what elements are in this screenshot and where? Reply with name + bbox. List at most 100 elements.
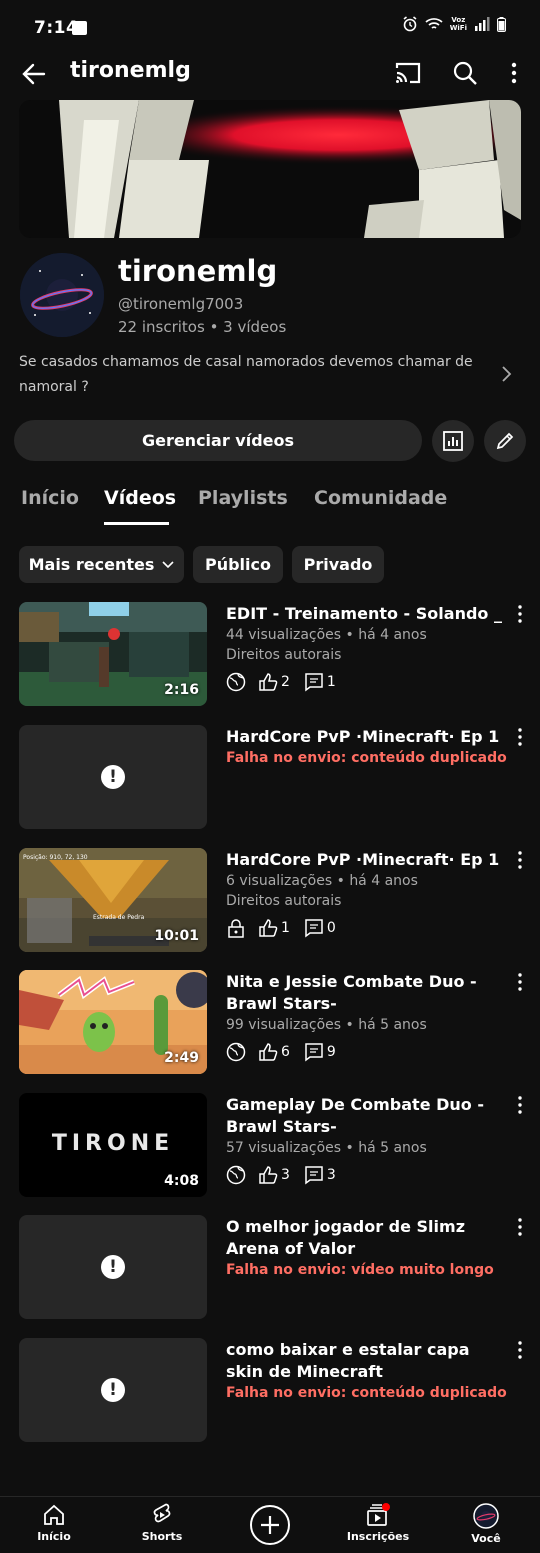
video-menu-icon[interactable] <box>512 1217 528 1237</box>
channel-name: tironemlg <box>118 254 278 288</box>
filter-public-chip[interactable]: Público <box>193 546 283 583</box>
video-thumbnail[interactable]: 2:49 <box>19 970 207 1074</box>
chevron-down-icon <box>162 560 174 568</box>
edit-channel-button[interactable] <box>484 420 526 462</box>
channel-stats: 22 inscritos • 3 vídeos <box>118 318 287 336</box>
video-thumbnail[interactable]: Posição: 910, 72, 130 Estrada de Pedra 1… <box>19 848 207 952</box>
comment-count: 1 <box>326 674 336 690</box>
video-duration: 4:08 <box>164 1173 199 1189</box>
video-thumbnail[interactable]: ! <box>19 1215 207 1319</box>
channel-avatar[interactable] <box>20 253 104 337</box>
upload-error: Falha no envio: vídeo muito longo <box>226 1262 494 1278</box>
comment-count: 3 <box>326 1167 336 1183</box>
gallery-notification-icon <box>72 21 87 35</box>
comment-icon <box>305 1166 323 1185</box>
manage-videos-button[interactable]: Gerenciar vídeos <box>14 420 422 461</box>
video-stats: 6 9 <box>226 1042 350 1062</box>
voz-wifi-label: Voz WiFi <box>449 16 467 32</box>
video-menu-icon[interactable] <box>512 604 528 624</box>
like-count: 2 <box>281 674 290 690</box>
chevron-right-icon[interactable] <box>498 364 514 384</box>
comment-icon <box>305 919 323 938</box>
shorts-icon <box>153 1503 171 1523</box>
video-stats: 1 0 <box>226 918 350 938</box>
bottom-navigation: Início Shorts Inscrições Você <box>0 1496 540 1553</box>
home-icon <box>44 1504 64 1525</box>
video-item[interactable]: ! como baixar e estalar capa skin de Min… <box>0 1338 540 1442</box>
warning-icon: ! <box>101 765 125 789</box>
video-title[interactable]: EDIT - Treinamento - Solando _ <box>226 603 508 625</box>
video-title[interactable]: Gameplay De Combate Duo -Brawl Stars- <box>226 1094 508 1138</box>
nav-shorts[interactable]: Shorts <box>117 1503 207 1543</box>
video-item[interactable]: ! HardCore PvP ·Minecraft· Ep 1 Falha no… <box>0 725 540 829</box>
more-vert-icon[interactable] <box>502 60 526 86</box>
like-count: 1 <box>281 920 290 936</box>
analytics-icon <box>443 431 463 451</box>
thumbs-up-icon <box>259 919 278 937</box>
video-rights: Direitos autorais <box>226 647 342 663</box>
thumb-overlay-text: Estrada de Pedra <box>93 914 145 921</box>
video-meta: 57 visualizações • há 5 anos <box>226 1140 427 1156</box>
nav-subscriptions-label: Inscrições <box>346 1530 410 1543</box>
nav-home[interactable]: Início <box>9 1503 99 1543</box>
channel-description[interactable]: Se casados chamamos de casal namorados d… <box>19 350 489 400</box>
search-icon[interactable] <box>452 60 478 86</box>
video-menu-icon[interactable] <box>512 727 528 747</box>
channel-tabs: Início Vídeos Playlists Comunidade <box>0 482 540 528</box>
warning-icon: ! <box>101 1255 125 1279</box>
video-title[interactable]: HardCore PvP ·Minecraft· Ep 1 <box>226 726 508 748</box>
tab-playlists[interactable]: Playlists <box>198 487 288 509</box>
create-button[interactable] <box>250 1505 290 1545</box>
video-title[interactable]: Nita e Jessie Combate Duo -Brawl Stars- <box>226 971 508 1015</box>
video-item[interactable]: TIRONE 4:08 Gameplay De Combate Duo -Bra… <box>0 1093 540 1197</box>
pencil-icon <box>496 432 514 450</box>
video-meta: 99 visualizações • há 5 anos <box>226 1017 427 1033</box>
nav-subscriptions[interactable]: Inscrições <box>333 1503 423 1543</box>
channel-banner <box>19 100 521 238</box>
upload-error: Falha no envio: conteúdo duplicado <box>226 1385 507 1401</box>
video-thumbnail[interactable]: TIRONE 4:08 <box>19 1093 207 1197</box>
comment-icon <box>305 1043 323 1062</box>
upload-error: Falha no envio: conteúdo duplicado <box>226 750 507 766</box>
video-rights: Direitos autorais <box>226 893 342 909</box>
video-menu-icon[interactable] <box>512 1340 528 1360</box>
app-bar: tironemlg <box>0 54 540 94</box>
video-menu-icon[interactable] <box>512 1095 528 1115</box>
tab-videos[interactable]: Vídeos <box>104 487 176 509</box>
thumbs-up-icon <box>259 673 278 691</box>
cast-icon[interactable] <box>394 60 422 86</box>
thumbs-up-icon <box>259 1166 278 1184</box>
tab-inicio[interactable]: Início <box>21 487 79 509</box>
filter-private-chip[interactable]: Privado <box>292 546 384 583</box>
channel-handle: @tironemlg7003 <box>118 295 244 313</box>
video-thumbnail[interactable]: ! <box>19 725 207 829</box>
video-thumbnail[interactable]: 2:16 <box>19 602 207 706</box>
analytics-button[interactable] <box>432 420 474 462</box>
video-menu-icon[interactable] <box>512 972 528 992</box>
alarm-icon <box>403 16 417 32</box>
video-duration: 2:16 <box>164 682 199 698</box>
video-duration: 10:01 <box>154 928 199 944</box>
video-item[interactable]: 2:49 Nita e Jessie Combate Duo -Brawl St… <box>0 970 540 1074</box>
video-title[interactable]: O melhor jogador de Slimz Arena of Valor <box>226 1216 508 1260</box>
globe-icon <box>226 1165 246 1185</box>
tab-comunidade[interactable]: Comunidade <box>314 487 447 509</box>
video-title[interactable]: como baixar e estalar capa skin de Minec… <box>226 1339 508 1383</box>
thumbs-up-icon <box>259 1043 278 1061</box>
video-menu-icon[interactable] <box>512 850 528 870</box>
profile-avatar-icon <box>473 1503 499 1529</box>
signal-icon <box>475 17 490 31</box>
video-item[interactable]: ! O melhor jogador de Slimz Arena of Val… <box>0 1215 540 1319</box>
video-item[interactable]: 2:16 EDIT - Treinamento - Solando _ 44 v… <box>0 602 540 706</box>
video-thumbnail[interactable]: ! <box>19 1338 207 1442</box>
nav-you-label: Você <box>471 1532 501 1545</box>
globe-icon <box>226 1042 246 1062</box>
page-title: tironemlg <box>70 58 191 83</box>
video-title[interactable]: HardCore PvP ·Minecraft· Ep 1 <box>226 849 508 871</box>
plus-icon <box>261 1516 279 1534</box>
video-stats: 2 1 <box>226 672 350 692</box>
video-item[interactable]: Posição: 910, 72, 130 Estrada de Pedra 1… <box>0 848 540 952</box>
nav-you[interactable]: Você <box>441 1503 531 1545</box>
back-arrow-icon[interactable] <box>20 60 48 88</box>
sort-dropdown[interactable]: Mais recentes <box>19 546 184 583</box>
